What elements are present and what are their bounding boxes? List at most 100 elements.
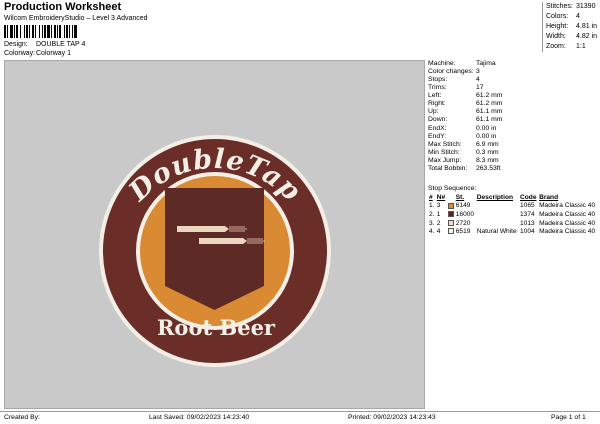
stop-row: 3. 2 2720 1013 Madeira Classic 40 xyxy=(428,219,598,228)
detail-row: Machine: Tajima xyxy=(428,60,598,68)
stat-row: Width: 4.82 in xyxy=(546,32,598,42)
stat-value: 4.82 in xyxy=(576,32,598,40)
color-swatch xyxy=(447,219,454,226)
stop-table-header: # N# St. Description Code Brand xyxy=(428,194,598,202)
shield xyxy=(165,188,264,310)
color-swatch xyxy=(447,202,454,209)
color-swatch-cell xyxy=(447,228,455,237)
detail-row: Down: 61.1 mm xyxy=(428,116,598,125)
stat-label: Height: xyxy=(546,22,569,30)
col-header: N# xyxy=(436,194,446,201)
stop-desc xyxy=(476,219,519,228)
stop-code: 1013 xyxy=(520,219,535,227)
barcode-bar xyxy=(77,25,79,38)
stop-code: 1004 xyxy=(520,228,535,236)
stat-label: Width: xyxy=(546,32,566,40)
software-name: Wilcom EmbroideryStudio – Level 3 Advanc… xyxy=(4,15,148,22)
detail-row: Total Bobbin: 263.53ft xyxy=(428,165,598,173)
color-swatch-cell xyxy=(447,202,455,211)
stat-row: Colors: 4 xyxy=(546,12,598,22)
bullet-bottom xyxy=(199,238,265,244)
stop-desc xyxy=(476,202,519,211)
embroidery-design: DoubleTap Root Beer xyxy=(99,135,331,367)
detail-row: EndY: 0.00 in xyxy=(428,133,598,141)
stat-label: Stitches: xyxy=(546,2,573,10)
color-swatch-cell xyxy=(447,219,455,228)
stats-panel: Stitches: 31390 Colors: 4 Height: 4.81 in W… xyxy=(542,2,598,52)
stat-row: Stitches: 31390 xyxy=(546,2,598,12)
stop-num: 3. xyxy=(429,219,435,227)
design-label: Design: xyxy=(4,41,28,48)
stat-value: 4.81 in xyxy=(576,22,598,30)
stop-n: 1 xyxy=(436,211,441,218)
stop-code: 1065 xyxy=(520,202,535,210)
stop-st: 6519 xyxy=(455,228,471,236)
colorway-row: Colorway: Colorway 1 xyxy=(4,50,71,59)
design-row: Design: DOUBLE TAP 4 xyxy=(4,41,85,50)
stop-sequence-title: Stop Sequence: xyxy=(428,185,477,192)
stat-label: Colors: xyxy=(546,12,569,20)
detail-row: Up: 61.1 mm xyxy=(428,108,598,117)
col-header: Brand xyxy=(539,194,559,201)
details-panel: Machine: Tajima Color changes: 3 Stops: 4 Trim… xyxy=(428,60,598,173)
detail-row: Trims: 17 xyxy=(428,84,598,92)
col-header: Description xyxy=(476,194,514,201)
detail-row: Min Stitch: 0.3 mm xyxy=(428,149,598,157)
stop-n: 2 xyxy=(436,219,441,227)
stat-row: Height: 4.81 in xyxy=(546,22,598,32)
stop-sequence: Stop Sequence: # N# St. Description Code… xyxy=(428,185,598,237)
col-header: St. xyxy=(455,194,465,201)
stat-value: 4 xyxy=(576,12,580,20)
detail-row: EndX: 0.00 in xyxy=(428,125,598,133)
stop-brand: Madeira Classic 40 xyxy=(539,228,596,236)
color-swatch-cell xyxy=(447,211,455,220)
detail-row: Left: 61.2 mm xyxy=(428,92,598,100)
bottom-text: Root Beer xyxy=(157,315,276,340)
stop-code: 1374 xyxy=(520,211,535,218)
stop-st: 16000 xyxy=(455,211,475,218)
last-saved: Last Saved: 09/02/2023 14:23:40 xyxy=(149,414,250,421)
printed-date: Printed: 09/02/2023 14:23:43 xyxy=(348,414,436,421)
page-title: Production Worksheet xyxy=(4,1,122,13)
color-swatch xyxy=(447,211,454,218)
col-header xyxy=(447,194,455,202)
stop-n: 4 xyxy=(436,228,441,236)
detail-row: Max Stitch: 6.9 mm xyxy=(428,141,598,149)
col-header: Code xyxy=(520,194,537,201)
stop-row: 4. 4 6519 Natural White 1004 Madeira Classic … xyxy=(428,228,598,237)
stop-row: 1. 3 6149 1065 Madeira Classic 40 xyxy=(428,202,598,211)
col-header: # xyxy=(429,194,433,201)
colorway-label: Colorway: xyxy=(4,50,36,57)
detail-row: Color changes: 3 xyxy=(428,68,598,76)
stop-brand: Madeira Classic 40 xyxy=(539,211,596,218)
stop-st: 6149 xyxy=(455,202,471,210)
page-number: Page 1 of 1 xyxy=(551,414,586,421)
stop-brand: Madeira Classic 40 xyxy=(539,219,596,227)
stop-num: 2. xyxy=(429,211,435,218)
stop-brand: Madeira Classic 40 xyxy=(539,202,596,210)
design-preview: DoubleTap Root Beer xyxy=(4,60,425,409)
created-by: Created By: xyxy=(4,414,40,421)
design-value: DOUBLE TAP 4 xyxy=(36,41,86,48)
detail-row: Max Jump: 8.3 mm xyxy=(428,157,598,165)
detail-row: Right: 61.2 mm xyxy=(428,100,598,108)
footer: Created By: Last Saved: 09/02/2023 14:23… xyxy=(0,411,600,424)
stop-table: # N# St. Description Code Brand 1. 3 6149 1… xyxy=(428,194,598,237)
color-swatch xyxy=(447,228,454,235)
detail-value: 263.53ft xyxy=(476,165,501,173)
stop-desc xyxy=(476,211,519,220)
stop-row: 2. 1 16000 1374 Madeira Classic 40 xyxy=(428,211,598,220)
stop-st: 2720 xyxy=(455,219,471,227)
stat-value: 31390 xyxy=(576,2,596,10)
bullet-top xyxy=(177,226,247,232)
stop-n: 3 xyxy=(436,202,441,210)
stat-value: 1:1 xyxy=(576,42,586,50)
stop-desc: Natural White xyxy=(476,228,517,236)
detail-row: Stops: 4 xyxy=(428,76,598,84)
stat-row: Zoom: 1:1 xyxy=(546,42,598,52)
stop-num: 1. xyxy=(429,202,435,210)
barcode xyxy=(4,25,102,38)
stop-num: 4. xyxy=(429,228,435,236)
colorway-value: Colorway 1 xyxy=(36,50,72,57)
stat-label: Zoom: xyxy=(546,42,566,50)
